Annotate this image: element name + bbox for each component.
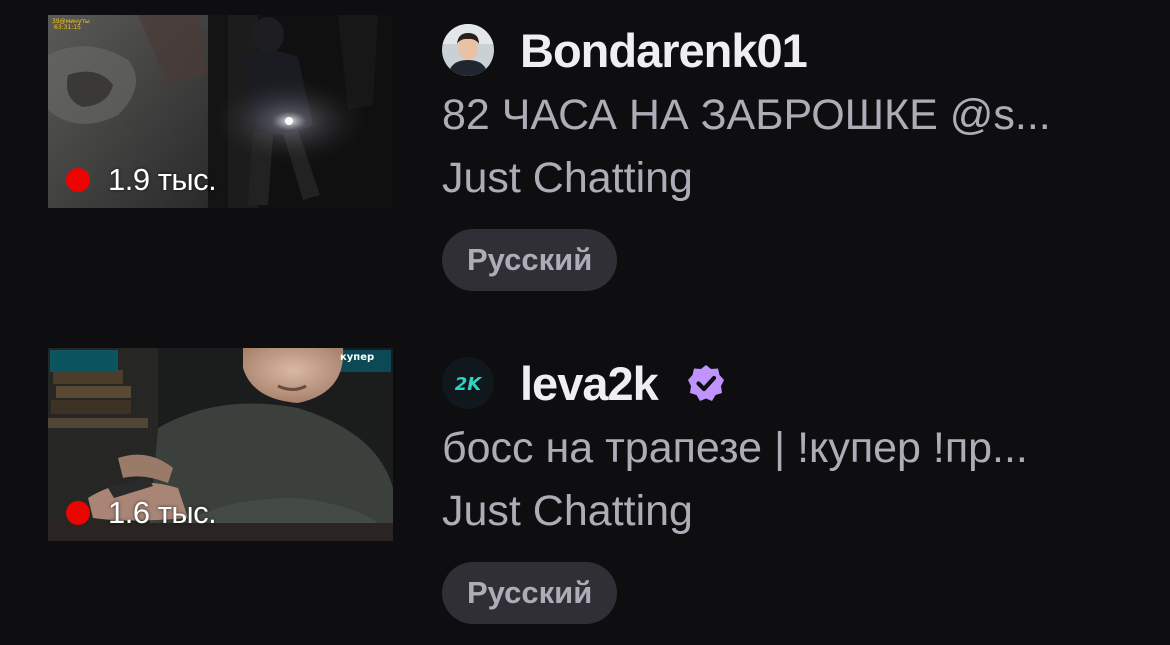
avatar-image [442, 24, 494, 76]
stream-list: 39@минуты 63:31:15 1.9 тыс. Bondarenk01 … [0, 0, 1170, 645]
channel-name[interactable]: leva2k [520, 356, 659, 411]
svg-text:купер: купер [340, 352, 374, 363]
viewer-count: 1.9 тыс. [66, 162, 217, 198]
viewer-count-text: 1.6 тыс. [108, 495, 217, 530]
language-tag[interactable]: Русский [442, 229, 618, 291]
stream-info: Bondarenk01 82 ЧАСА НА ЗАБРОШКЕ @s... Ju… [442, 15, 1150, 291]
channel-name[interactable]: Bondarenk01 [520, 23, 808, 78]
channel-avatar[interactable]: 2K [442, 357, 494, 409]
stream-card: купер 1.6 тыс. 2K leva2k босс на трапезе… [0, 333, 1170, 633]
channel-row: 2K leva2k [442, 348, 1150, 418]
stream-category[interactable]: Just Chatting [442, 487, 693, 536]
stream-category[interactable]: Just Chatting [442, 154, 693, 203]
thumbnail-overlay-badge: купер [340, 352, 374, 363]
live-indicator-icon [66, 168, 90, 192]
viewer-count-text: 1.9 тыс. [108, 162, 217, 197]
viewer-count: 1.6 тыс. [66, 495, 217, 531]
channel-avatar[interactable] [442, 24, 494, 76]
channel-row: Bondarenk01 [442, 15, 1150, 85]
stream-card: 39@минуты 63:31:15 1.9 тыс. Bondarenk01 … [0, 0, 1170, 300]
stream-info: 2K leva2k босс на трапезе | !купер !пр..… [442, 348, 1150, 624]
verified-badge-icon [687, 365, 724, 401]
stream-title[interactable]: босс на трапезе | !купер !пр... [442, 424, 1142, 473]
svg-text:63:31:15: 63:31:15 [54, 24, 81, 31]
avatar-image: 2K [442, 357, 494, 409]
stream-thumbnail[interactable]: 39@минуты 63:31:15 1.9 тыс. [48, 15, 393, 208]
language-tag[interactable]: Русский [442, 562, 618, 624]
avatar-logo-text: 2K [455, 374, 484, 395]
stream-thumbnail[interactable]: купер 1.6 тыс. [48, 348, 393, 541]
stream-title[interactable]: 82 ЧАСА НА ЗАБРОШКЕ @s... [442, 91, 1142, 140]
live-indicator-icon [66, 501, 90, 525]
